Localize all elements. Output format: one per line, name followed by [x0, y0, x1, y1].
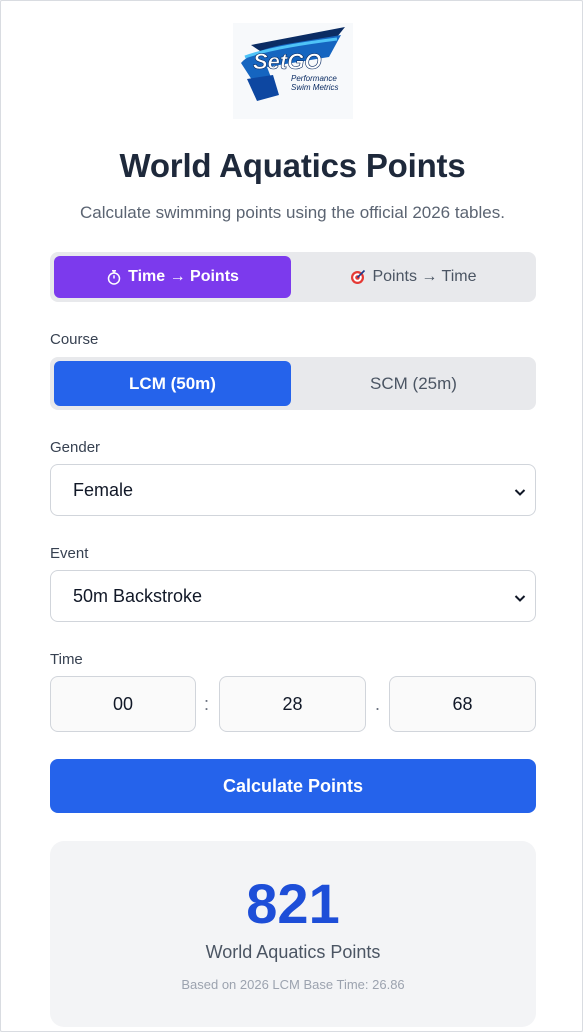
time-label: Time — [50, 651, 83, 668]
chevron-down-icon — [513, 589, 527, 603]
course-toggle: LCM (50m) SCM (25m) — [50, 357, 536, 410]
course-lcm-button[interactable]: LCM (50m) — [54, 361, 291, 406]
base-time-note: Based on 2026 LCM Base Time: 26.86 — [181, 977, 405, 992]
mode-toggle: Time → Points Points → Time — [50, 252, 536, 302]
page-title: World Aquatics Points — [119, 147, 466, 184]
stopwatch-icon — [106, 269, 122, 285]
tab-time-to-points[interactable]: Time → Points — [54, 256, 291, 298]
time-separator-colon: : — [204, 694, 210, 714]
points-value: 821 — [246, 872, 340, 935]
points-label: World Aquatics Points — [205, 942, 381, 962]
gender-select[interactable]: Female — [50, 464, 536, 516]
tab-points-to-time[interactable]: Points → Time — [295, 256, 532, 298]
event-value: 50m Backstroke — [73, 585, 203, 606]
svg-text:SetGO: SetGO — [253, 49, 321, 74]
course-scm-button[interactable]: SCM (25m) — [295, 361, 532, 406]
seconds-input[interactable]: 28 — [219, 676, 366, 732]
hundredths-input[interactable]: 68 — [389, 676, 536, 732]
minutes-input[interactable]: 00 — [50, 676, 196, 732]
result-panel: 821 World Aquatics Points Based on 2026 … — [50, 841, 536, 1027]
gender-label: Gender — [50, 439, 101, 456]
target-icon — [350, 269, 366, 285]
svg-text:Swim Metrics: Swim Metrics — [291, 83, 339, 92]
svg-text:Performance: Performance — [291, 74, 337, 83]
time-separator-dot: . — [375, 694, 381, 714]
event-select[interactable]: 50m Backstroke — [50, 570, 536, 622]
tab-time-to-points-label: Time → Points — [128, 268, 239, 285]
event-label: Event — [50, 545, 89, 562]
calculator-card: SetGO Performance Swim Metrics World Aqu… — [0, 0, 583, 1032]
gender-value: Female — [73, 479, 134, 500]
setgo-logo: SetGO Performance Swim Metrics — [233, 23, 353, 119]
chevron-down-icon — [513, 483, 527, 497]
page-subtitle: Calculate swimming points using the offi… — [80, 203, 505, 222]
tab-points-to-time-label: Points → Time — [372, 268, 477, 285]
calculate-points-button[interactable]: Calculate Points — [50, 759, 536, 813]
course-label: Course — [50, 331, 99, 348]
